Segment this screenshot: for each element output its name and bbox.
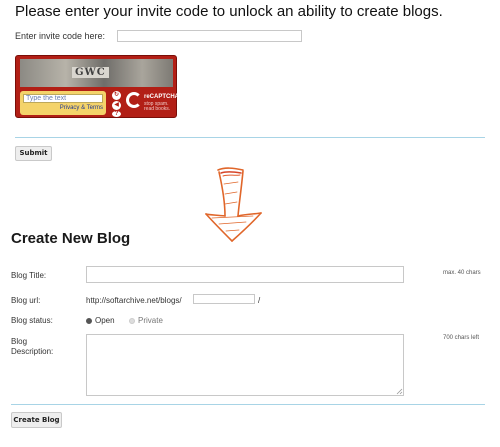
captcha-brand: reCAPTCHA xyxy=(144,94,180,100)
captcha-widget: GWC Type the text Privacy & Terms ↻ ◀ ? … xyxy=(15,55,180,118)
blog-description-textarea[interactable] xyxy=(86,334,404,396)
captcha-image: GWC xyxy=(20,59,173,87)
invite-code-input[interactable] xyxy=(117,30,302,42)
blog-url-label: Blog url: xyxy=(11,296,41,305)
captcha-input[interactable]: Type the text xyxy=(23,94,103,103)
resize-handle-icon[interactable] xyxy=(396,388,403,395)
create-blog-button[interactable]: Create Blog xyxy=(11,412,62,428)
submit-button[interactable]: Submit xyxy=(15,146,52,161)
create-blog-title: Create New Blog xyxy=(11,230,131,247)
status-open-label: Open xyxy=(95,316,115,325)
status-private-radio[interactable] xyxy=(129,318,135,324)
captcha-tagline-line-2: read books. xyxy=(144,106,171,112)
status-open-radio[interactable] xyxy=(86,318,92,324)
captcha-answer-box: Type the text Privacy & Terms xyxy=(20,91,106,115)
captcha-image-word: GWC xyxy=(72,67,109,78)
blog-status-label: Blog status: xyxy=(11,316,53,325)
audio-icon[interactable]: ◀ xyxy=(112,101,121,110)
divider-top xyxy=(15,137,485,138)
blog-url-prefix: http://softarchive.net/blogs/ xyxy=(86,296,182,305)
blog-url-input[interactable] xyxy=(193,294,255,304)
status-private-label: Private xyxy=(138,316,163,325)
refresh-icon[interactable]: ↻ xyxy=(112,91,121,100)
blog-description-label: Blog Description: xyxy=(11,337,53,357)
blog-description-label-line-1: Blog xyxy=(11,337,28,346)
captcha-privacy-link[interactable]: Privacy & Terms xyxy=(60,105,103,111)
invite-code-label: Enter invite code here: xyxy=(15,31,106,41)
help-icon[interactable]: ? xyxy=(112,111,121,117)
blog-title-input[interactable] xyxy=(86,266,404,283)
blog-url-suffix: / xyxy=(258,296,261,305)
captcha-tagline: stop spam. read books. xyxy=(144,102,170,112)
description-char-counter: 700 chars left xyxy=(443,335,480,341)
blog-title-label: Blog Title: xyxy=(11,271,47,280)
blog-description-label-line-2: Description: xyxy=(11,347,54,356)
divider-bottom xyxy=(11,404,485,405)
recaptcha-logo-icon xyxy=(126,92,142,108)
invite-heading: Please enter your invite code to unlock … xyxy=(15,3,443,20)
down-arrow-icon xyxy=(205,167,262,242)
blog-title-limit: max. 40 chars xyxy=(443,270,481,276)
